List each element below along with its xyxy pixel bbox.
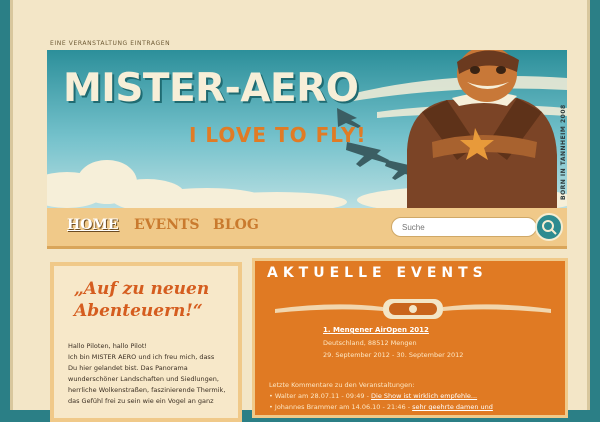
comment-item: • Walter am 28.07.11 - 09:49 - Die Show … [269, 392, 478, 400]
nav-home[interactable]: HOME [67, 217, 119, 233]
comment-link[interactable]: Die Show ist wirklich empfehle... [371, 392, 477, 400]
search-input[interactable] [391, 217, 537, 237]
event-title-link[interactable]: 1. Mengener AirOpen 2012 [323, 326, 429, 334]
site-logo-title[interactable]: MISTER-AERO [63, 66, 359, 111]
welcome-box: „Auf zu neuen Abenteuern!“ Hallo Piloten… [50, 262, 242, 422]
site-tagline: I LOVE TO FLY! [189, 123, 367, 147]
aviator-mascot [407, 50, 557, 208]
welcome-line: Hallo Piloten, hallo Pilot! [68, 342, 147, 350]
add-event-link[interactable]: EINE VERANSTALTUNG EINTRAGEN [50, 40, 170, 47]
comment-meta: Walter am 28.07.11 - 09:49 - [274, 392, 372, 400]
welcome-line: Du hier gelandet bist. Das Panorama [68, 364, 188, 372]
welcome-line: herrliche Wolkenstraßen, faszinierende T… [68, 386, 226, 394]
search-icon [542, 220, 557, 235]
welcome-line: das Gefühl frei zu sein wie ein Vogel an… [68, 397, 214, 405]
welcome-line: wunderschöner Landschaften und Siedlunge… [68, 375, 219, 383]
propeller-divider-icon [275, 299, 551, 319]
welcome-heading: „Auf zu neuen Abenteuern!“ [74, 279, 210, 321]
welcome-text: Hallo Piloten, hallo Pilot! Ich bin MIST… [68, 341, 238, 407]
events-heading: AKTUELLE EVENTS [267, 265, 488, 281]
main-navigation: HOME EVENTS BLOG [47, 208, 567, 249]
comments-label: Letzte Kommentare zu den Veranstaltungen… [269, 381, 415, 389]
header-banner: MISTER-AERO I LOVE TO FLY! [47, 50, 567, 208]
event-location: Deutschland, 88512 Mengen [323, 339, 417, 347]
born-label: BORN IN TANNHEIM 2008 [560, 104, 567, 200]
nav-blog[interactable]: BLOG [213, 217, 259, 233]
nav-events[interactable]: EVENTS [134, 217, 200, 233]
welcome-line: Ich bin MISTER AERO und ich freu mich, d… [68, 353, 215, 361]
events-box: AKTUELLE EVENTS 1. Mengener AirOpen 2012… [252, 258, 568, 418]
search-button[interactable] [535, 213, 563, 241]
event-date: 29. September 2012 - 30. September 2012 [323, 351, 464, 359]
